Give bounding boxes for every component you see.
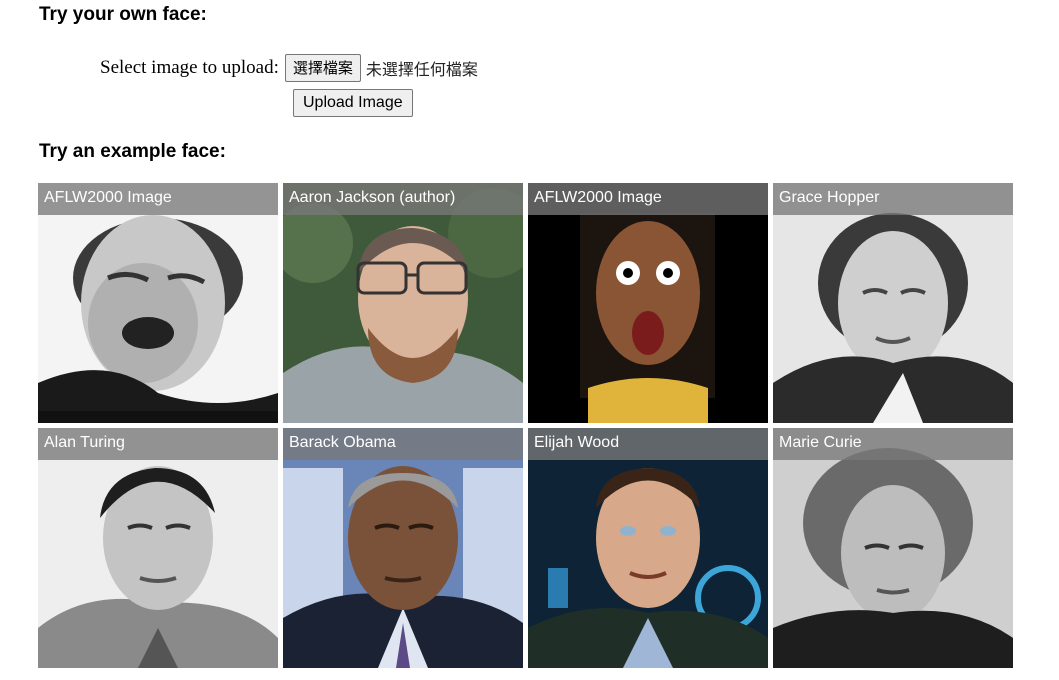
face-photo — [283, 183, 523, 423]
tile-caption: Alan Turing — [38, 428, 278, 460]
no-file-chosen-text: 未選擇任何檔案 — [365, 60, 478, 79]
upload-form: Select image to upload: 選擇檔案 未選擇任何檔案 — [100, 54, 478, 82]
face-photo — [773, 428, 1013, 668]
select-image-label: Select image to upload: — [100, 57, 279, 78]
choose-file-button[interactable]: 選擇檔案 — [284, 54, 361, 82]
tile-caption: Grace Hopper — [773, 183, 1013, 215]
tile-caption: AFLW2000 Image — [528, 183, 768, 215]
example-face-tile[interactable]: Alan Turing — [38, 428, 278, 668]
upload-image-button[interactable]: Upload Image — [293, 89, 413, 117]
tile-caption: AFLW2000 Image — [38, 183, 278, 215]
example-face-tile[interactable]: Elijah Wood — [528, 428, 768, 668]
face-photo — [38, 183, 278, 423]
face-photo — [528, 183, 768, 423]
face-photo — [38, 428, 278, 668]
tile-caption: Barack Obama — [283, 428, 523, 460]
example-face-heading: Try an example face: — [39, 141, 226, 162]
example-face-tile[interactable]: Marie Curie — [773, 428, 1013, 668]
tile-caption: Aaron Jackson (author) — [283, 183, 523, 215]
face-photo — [528, 428, 768, 668]
example-face-tile[interactable]: AFLW2000 Image — [528, 183, 768, 423]
face-photo — [283, 428, 523, 668]
example-face-tile[interactable]: AFLW2000 Image — [38, 183, 278, 423]
tile-caption: Marie Curie — [773, 428, 1013, 460]
example-face-tile[interactable]: Aaron Jackson (author) — [283, 183, 523, 423]
tile-caption: Elijah Wood — [528, 428, 768, 460]
example-face-tile[interactable]: Barack Obama — [283, 428, 523, 668]
face-photo — [773, 183, 1013, 423]
example-face-tile[interactable]: Grace Hopper — [773, 183, 1013, 423]
example-face-grid: AFLW2000 Image Aaron Jackson (author) AF… — [38, 183, 1014, 669]
own-face-heading: Try your own face: — [39, 4, 207, 25]
